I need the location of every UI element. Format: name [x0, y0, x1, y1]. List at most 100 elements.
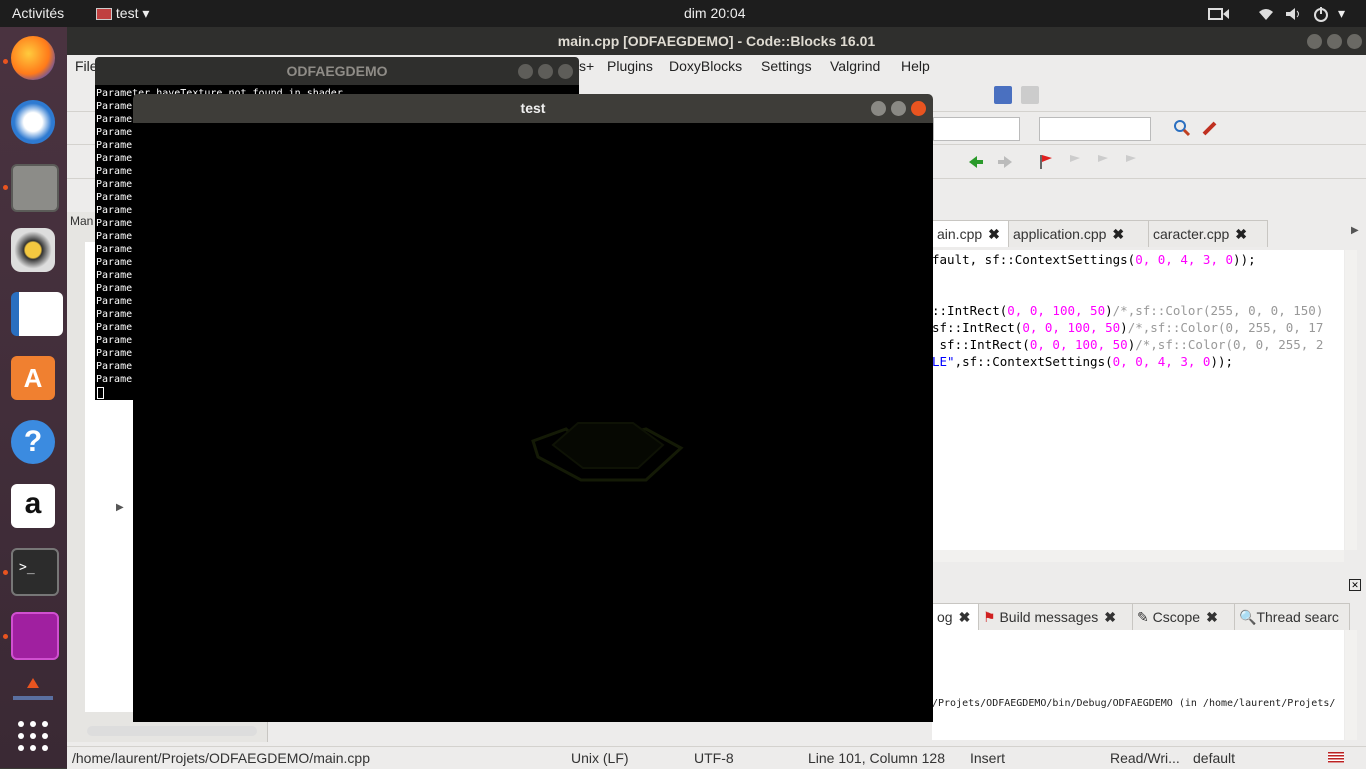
menu-cscope-partial[interactable]: s+ [579, 58, 594, 74]
close-tab-icon[interactable]: ✖ [1112, 226, 1124, 242]
terminal-line: Parame [96, 335, 133, 346]
tab-label: Build messages [999, 609, 1099, 625]
code-line: fault, sf::ContextSettings(0, 0, 4, 3, 0… [932, 252, 1256, 267]
activities-button[interactable]: Activités [12, 0, 64, 27]
files-icon[interactable] [11, 164, 59, 212]
close-tab-icon[interactable]: ✖ [959, 609, 971, 625]
status-line-endings: Unix (LF) [571, 750, 629, 766]
game-scene [531, 422, 684, 482]
tab-caracter-cpp[interactable]: caracter.cpp ✖ [1148, 220, 1268, 247]
terminal-titlebar: ODFAEGDEMO [95, 57, 579, 85]
search-input[interactable] [1039, 117, 1151, 141]
app-menu[interactable]: test ▾ [96, 0, 149, 27]
bookmark-next-icon[interactable] [1093, 153, 1111, 171]
editor-horizontal-scrollbar[interactable] [932, 550, 1344, 562]
terminal-line: Parame [96, 218, 133, 229]
tab-label: ain.cpp [937, 226, 983, 242]
tab-debug-log[interactable]: og ✖ [932, 603, 980, 630]
tab-label: Thread searc [1256, 609, 1339, 625]
close-icon[interactable] [1347, 34, 1362, 49]
search-icon[interactable] [1173, 119, 1191, 137]
camera-icon[interactable] [1208, 0, 1230, 27]
maximize-icon[interactable] [538, 64, 553, 79]
minimize-icon[interactable] [871, 101, 886, 116]
terminal-line: Parame [96, 374, 133, 385]
tab-main-cpp[interactable]: ain.cpp ✖ [932, 220, 1010, 247]
terminal-line: Parame [96, 179, 133, 190]
app-menu-label: test [115, 5, 139, 21]
power-icon[interactable] [1313, 0, 1329, 27]
thunderbird-icon[interactable] [11, 100, 55, 144]
menu-doxyblocks[interactable]: DoxyBlocks [669, 58, 742, 74]
horizontal-scrollbar[interactable] [87, 726, 257, 736]
terminal-line: Parame [96, 114, 133, 125]
clock[interactable]: dim 20:04 [684, 0, 745, 27]
maximize-icon[interactable] [891, 101, 906, 116]
bookmark-clear-icon[interactable] [1121, 153, 1139, 171]
amazon-icon[interactable]: a [11, 484, 55, 528]
codeblocks-titlebar: main.cpp [ODFAEGDEMO] - Code::Blocks 16.… [67, 27, 1366, 55]
log-vertical-scrollbar[interactable] [1345, 630, 1357, 740]
render-canvas[interactable] [133, 123, 933, 722]
menu-help[interactable]: Help [901, 58, 930, 74]
code-editor[interactable]: fault, sf::ContextSettings(0, 0, 4, 3, 0… [932, 250, 1344, 550]
firefox-icon[interactable] [11, 36, 55, 80]
running-indicator [3, 634, 8, 639]
tab-build-messages[interactable]: ⚑ Build messages ✖ [978, 603, 1134, 630]
close-panel-icon[interactable]: ✕ [1349, 579, 1361, 591]
management-label: Man [70, 214, 94, 228]
minimize-icon[interactable] [518, 64, 533, 79]
close-tab-icon[interactable]: ✖ [1206, 609, 1218, 625]
doxy-icon[interactable] [994, 86, 1012, 104]
bookmark-flag-icon[interactable] [1037, 153, 1055, 171]
volume-icon[interactable] [1285, 0, 1303, 27]
network-icon[interactable] [1258, 0, 1274, 27]
software-center-icon[interactable]: A [11, 356, 55, 400]
terminal-icon[interactable]: >_ [11, 548, 59, 596]
terminal-line: Parame [96, 322, 133, 333]
running-indicator [3, 570, 8, 575]
terminal-line: Parame [96, 309, 133, 320]
show-apps-icon[interactable] [11, 714, 55, 758]
terminal-line: Parame [96, 101, 133, 112]
tools-icon[interactable] [1201, 119, 1219, 137]
system-menu-chevron-icon[interactable]: ▾ [1338, 0, 1345, 27]
code-line: sf::IntRect(0, 0, 100, 50)/*,sf::Color(0… [932, 337, 1324, 352]
screen-recorder-icon[interactable] [11, 612, 59, 660]
tab-application-cpp[interactable]: application.cpp ✖ [1008, 220, 1151, 247]
tab-label: Cscope [1152, 609, 1201, 625]
log-output[interactable]: /Projets/ODFAEGDEMO/bin/Debug/ODFAEGDEMO… [932, 630, 1344, 740]
maximize-icon[interactable] [1327, 34, 1342, 49]
code-line: sf::IntRect(0, 0, 100, 50)/*,sf::Color(0… [932, 320, 1324, 335]
terminal-line: Parame [96, 244, 133, 255]
writer-icon[interactable] [11, 292, 63, 336]
symbol-select[interactable] [933, 117, 1020, 141]
editor-vertical-scrollbar[interactable] [1345, 250, 1357, 550]
terminal-cursor [97, 387, 104, 399]
menu-valgrind[interactable]: Valgrind [830, 58, 880, 74]
launcher-dock: A ? a >_ [0, 27, 67, 768]
tab-cscope[interactable]: ✎ Cscope ✖ [1132, 603, 1236, 630]
close-icon[interactable] [558, 64, 573, 79]
arrow-left-icon[interactable] [967, 153, 985, 171]
terminal-line: Parame [96, 361, 133, 372]
terminal-line: Parame [96, 257, 133, 268]
bookmark-prev-icon[interactable] [1065, 153, 1083, 171]
close-tab-icon[interactable]: ✖ [988, 226, 1000, 242]
help-icon[interactable]: ? [11, 420, 55, 464]
tabs-scroll-right-icon[interactable]: ▶ [1351, 225, 1359, 236]
status-access: Read/Wri... [1110, 750, 1180, 766]
doxy-config-icon[interactable] [1021, 86, 1039, 104]
close-icon[interactable] [911, 101, 926, 116]
close-tab-icon[interactable]: ✖ [1104, 609, 1116, 625]
terminal-line: Parame [96, 140, 133, 151]
expand-arrow-icon[interactable]: ▶ [116, 502, 124, 513]
arrow-right-icon[interactable] [996, 153, 1014, 171]
close-tab-icon[interactable]: ✖ [1235, 226, 1247, 242]
rhythmbox-icon[interactable] [11, 228, 55, 272]
tab-thread-search[interactable]: 🔍Thread searc [1234, 603, 1350, 630]
menu-plugins[interactable]: Plugins [607, 58, 653, 74]
tab-label: og [937, 609, 953, 625]
menu-settings[interactable]: Settings [761, 58, 812, 74]
minimize-icon[interactable] [1307, 34, 1322, 49]
